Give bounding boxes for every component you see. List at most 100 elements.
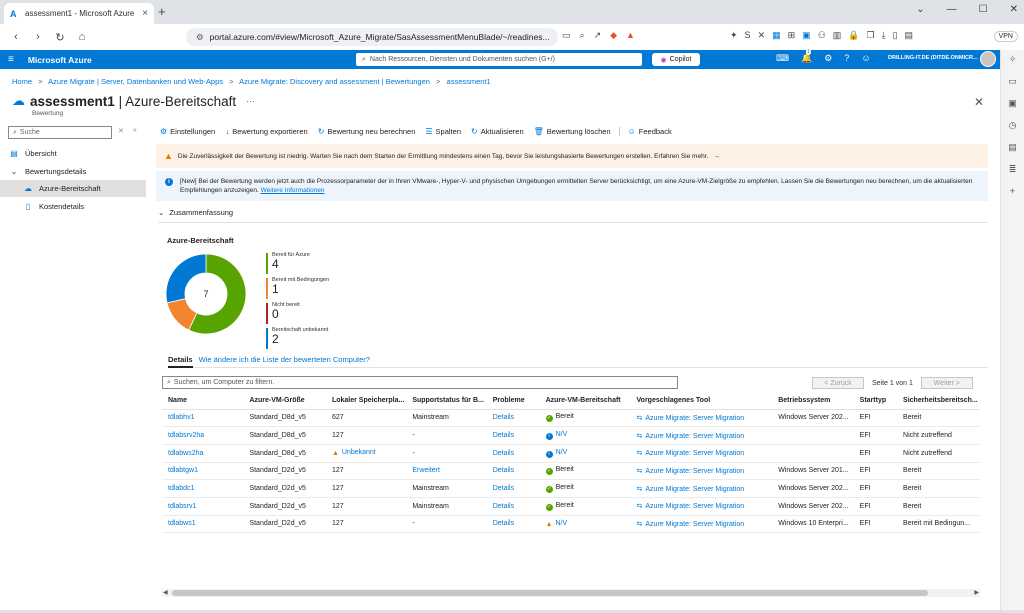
home-icon[interactable]: ⌂ [76, 31, 88, 43]
browser-tab[interactable]: A assessment1 - Microsoft Azure × [4, 3, 154, 24]
breadcrumb-item[interactable]: Azure Migrate | Server, Datenbanken und … [48, 77, 223, 86]
suggested-tool-link[interactable]: ⇆ Azure Migrate: Server Migration [630, 444, 773, 463]
menu-icon[interactable]: ≡ [8, 54, 14, 65]
issues-link[interactable]: Details [486, 497, 540, 516]
sidebar-reader-icon[interactable]: ▤ [1001, 138, 1024, 160]
readiness-cell[interactable]: i N/V [539, 426, 631, 445]
suggested-tool[interactable]: Azure Migrate: Server Migration [645, 503, 744, 510]
suggested-tool-link[interactable]: ⇆ Azure Migrate: Server Migration [630, 515, 773, 534]
azure-brand[interactable]: Microsoft Azure [28, 55, 92, 65]
rewards-icon[interactable]: ▲ [626, 30, 635, 41]
suggested-tool[interactable]: Azure Migrate: Server Migration [645, 468, 744, 475]
delete-button[interactable]: 🗑 Bewertung löschen [534, 127, 611, 136]
suggested-tool[interactable]: Azure Migrate: Server Migration [645, 433, 744, 440]
sidebar-history-icon[interactable]: ◷ [1001, 116, 1024, 138]
suggested-tool-link[interactable]: ⇆ Azure Migrate: Server Migration [630, 462, 773, 481]
column-header[interactable]: Betriebssystem [772, 393, 854, 410]
machine-name-link[interactable]: tdlabws2ha [162, 444, 244, 463]
suggested-tool-link[interactable]: ⇆ Azure Migrate: Server Migration [630, 409, 773, 428]
info-link[interactable]: Weitere Informationen [261, 187, 325, 194]
column-header[interactable]: Lokale Daten [978, 393, 980, 410]
column-header[interactable]: Probleme [486, 393, 540, 410]
table-row[interactable]: tdlabsrv1 Standard_D2d_v5 127 Mainstream Det… [162, 497, 980, 516]
feedback-button[interactable]: ☺ Feedback [618, 127, 672, 136]
machine-name-link[interactable]: tdlabws1 [162, 515, 244, 534]
avatar[interactable] [980, 51, 996, 67]
machine-name-link[interactable]: tdlabtgw1 [162, 462, 244, 481]
machine-name-link[interactable]: tdlabdc1 [162, 479, 244, 498]
storage-cell[interactable]: ▲ Unbekannt [325, 444, 407, 463]
export-button[interactable]: ↓ Bewertung exportieren [225, 127, 307, 136]
column-header[interactable]: Starttyp [853, 393, 898, 410]
issues-details[interactable]: Details [493, 467, 514, 474]
settings-icon[interactable]: ⚙ [824, 53, 832, 64]
refresh-button[interactable]: ↻ Aktualisieren [471, 127, 524, 136]
copilot-button[interactable]: ◉ Copilot [652, 53, 700, 66]
support-status[interactable]: Erweitert [412, 467, 440, 474]
sidebar-folder-icon[interactable]: ▭ [1001, 72, 1024, 94]
share-icon[interactable]: ↗ [594, 30, 602, 41]
suggested-tool-link[interactable]: ⇆ Azure Migrate: Server Migration [630, 497, 773, 516]
legend-item[interactable]: Bereitschaft unbekannt 2 [266, 327, 366, 351]
nav-item-azure-readiness[interactable]: ☁ Azure-Bereitschaft [0, 180, 146, 197]
column-header[interactable]: Vorgeschlagenes Tool [630, 393, 773, 410]
column-header[interactable]: Supportstatus für B... [406, 393, 487, 410]
nav-item-assessment-details[interactable]: ⌄ Bewertungsdetails [0, 163, 146, 180]
extension-6-icon[interactable]: ▣ [802, 30, 811, 41]
details-help-link[interactable]: Wie ändere ich die Liste der bewerteten … [199, 355, 370, 367]
legend-item[interactable]: Nicht bereit 0 [266, 302, 366, 326]
column-header[interactable]: Sicherheitsbereitsch... [897, 393, 979, 410]
vpn-button[interactable]: VPN [993, 31, 1018, 42]
extension-8-icon[interactable]: ▥ [833, 30, 842, 41]
collapse-icon[interactable]: « [133, 127, 137, 135]
column-header[interactable]: Azure-VM-Bereitschaft [539, 393, 631, 410]
legend-item[interactable]: Bereit für Azure 4 [266, 252, 366, 276]
cast-icon[interactable]: ▭ [562, 30, 571, 41]
issues-link[interactable]: Details [486, 479, 540, 498]
table-row[interactable]: tdlabhv1 Standard_D8d_v5 627 Mainstream Deta… [162, 409, 980, 428]
download-icon[interactable]: ⤓ [882, 30, 886, 41]
extension-5-icon[interactable]: ⊞ [788, 30, 796, 41]
sidebar-add-icon[interactable]: + [1001, 182, 1024, 204]
issues-details[interactable]: Details [493, 414, 514, 421]
lock-icon[interactable]: 🔒 [848, 30, 859, 41]
close-tab-icon[interactable]: × [142, 8, 148, 19]
table-row[interactable]: tdlabws1 Standard_D2d_v5 127- Details ▲ N/V ⇆ A… [162, 515, 980, 534]
issues-details[interactable]: Details [493, 520, 514, 527]
copy-icon[interactable]: ❐ [867, 30, 875, 41]
tab-details[interactable]: Details [168, 355, 193, 368]
more-icon[interactable]: ··· [246, 96, 255, 106]
shield-icon[interactable]: ◆ [610, 30, 617, 41]
scroll-right-icon[interactable]: ▶ [974, 589, 979, 596]
sidebar-list-icon[interactable]: ≣ [1001, 160, 1024, 182]
storage-value[interactable]: Unbekannt [342, 449, 376, 456]
url-field[interactable]: ⚙ portal.azure.com/#view/Microsoft_Azure… [186, 28, 558, 46]
sidebar-wallet-icon[interactable]: ▣ [1001, 94, 1024, 116]
issues-details[interactable]: Details [493, 432, 514, 439]
machine-name-link[interactable]: tdlabhv1 [162, 409, 244, 428]
machine-name[interactable]: tdlabdc1 [168, 485, 194, 492]
legend-item[interactable]: Bereit mit Bedingungen 1 [266, 277, 366, 301]
machine-name-link[interactable]: tdlabsrv2ha [162, 426, 244, 445]
column-header[interactable]: Name [162, 393, 244, 410]
scroll-left-icon[interactable]: ◀ [163, 589, 168, 596]
computer-search-input[interactable]: ⌕ Suchen, um Computer zu filtern. [162, 376, 678, 389]
forward-icon[interactable]: › [32, 31, 44, 43]
extension-1-icon[interactable]: ✦ [730, 30, 738, 41]
scroll-thumb[interactable] [172, 590, 928, 596]
table-row[interactable]: tdlabtgw1 Standard_D2d_v5 127 Erweitert Deta… [162, 462, 980, 481]
readiness-cell[interactable]: ▲ N/V [539, 515, 631, 534]
machine-name-link[interactable]: tdlabsrv1 [162, 497, 244, 516]
notifications-icon[interactable]: 🔔 1 [801, 49, 812, 64]
issues-details[interactable]: Details [493, 503, 514, 510]
table-row[interactable]: tdlabsrv2ha Standard_D8d_v5 127 - Details i N/… [162, 426, 980, 445]
readiness-cell[interactable]: i N/V [539, 444, 631, 463]
suggested-tool[interactable]: Azure Migrate: Server Migration [645, 450, 744, 457]
issues-link[interactable]: Details [486, 426, 540, 445]
reload-icon[interactable]: ↻ [54, 31, 66, 44]
issues-link[interactable]: Details [486, 444, 540, 463]
tenant-label[interactable]: DRILLING-IT.DE (DITDE.ONMICR... [888, 55, 978, 61]
nav-item-overview[interactable]: ▤ Übersicht [0, 145, 146, 162]
chevron-down-icon[interactable]: ⌄ [916, 4, 924, 15]
prev-page-button[interactable]: < Zurück [812, 377, 864, 389]
